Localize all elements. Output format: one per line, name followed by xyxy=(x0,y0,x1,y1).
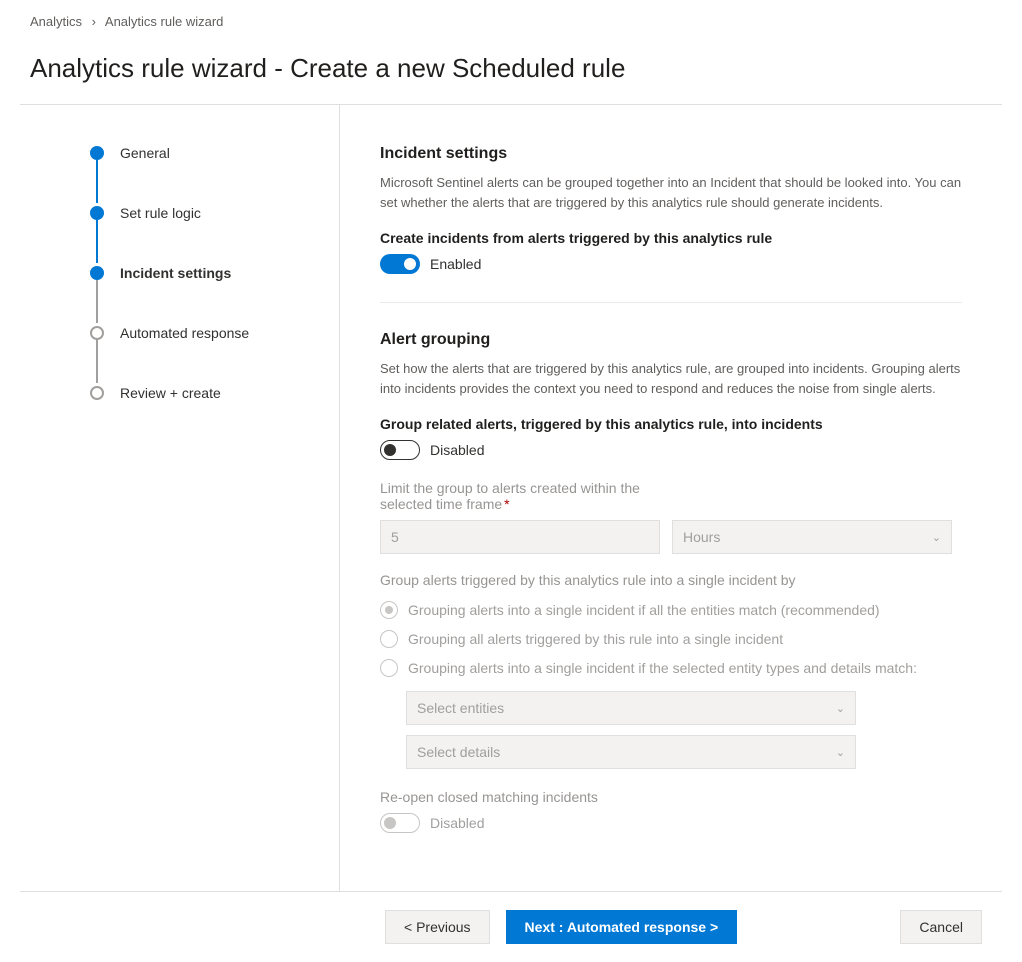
step-general[interactable]: General xyxy=(90,145,339,161)
step-dot-icon xyxy=(90,146,104,160)
limit-timeframe-label: Limit the group to alerts created within… xyxy=(380,480,962,512)
step-dot-icon xyxy=(90,326,104,340)
limit-value-input[interactable]: 5 xyxy=(380,520,660,554)
step-dot-icon xyxy=(90,206,104,220)
chevron-down-icon: ⌄ xyxy=(932,531,941,544)
radio-label: Grouping alerts into a single incident i… xyxy=(408,658,917,679)
group-related-alerts-toggle[interactable]: Disabled xyxy=(380,440,962,460)
step-label: Incident settings xyxy=(120,265,231,281)
toggle-thumb xyxy=(404,258,416,270)
toggle-track xyxy=(380,440,420,460)
wizard-footer: < Previous Next : Automated response > C… xyxy=(0,892,1022,962)
group-method-label: Group alerts triggered by this analytics… xyxy=(380,572,962,588)
toggle-track xyxy=(380,813,420,833)
chevron-down-icon: ⌄ xyxy=(836,702,845,715)
create-incidents-label: Create incidents from alerts triggered b… xyxy=(380,230,962,246)
breadcrumb-current: Analytics rule wizard xyxy=(105,14,224,29)
limit-timeframe-row: 5 Hours ⌄ xyxy=(380,520,962,554)
toggle-thumb xyxy=(384,444,396,456)
breadcrumb-root[interactable]: Analytics xyxy=(30,14,82,29)
alert-grouping-section: Alert grouping Set how the alerts that a… xyxy=(380,331,962,833)
radio-icon xyxy=(380,659,398,677)
limit-unit-select[interactable]: Hours ⌄ xyxy=(672,520,952,554)
radio-label: Grouping all alerts triggered by this ru… xyxy=(408,629,783,650)
radio-all-alerts[interactable]: Grouping all alerts triggered by this ru… xyxy=(380,629,962,650)
step-review-create[interactable]: Review + create xyxy=(90,385,339,401)
page-title: Analytics rule wizard - Create a new Sch… xyxy=(0,35,1022,104)
step-label: Set rule logic xyxy=(120,205,201,221)
step-automated-response[interactable]: Automated response xyxy=(90,325,339,341)
toggle-thumb xyxy=(384,817,396,829)
toggle-state-label: Enabled xyxy=(430,256,481,272)
reopen-toggle[interactable]: Disabled xyxy=(380,813,962,833)
chevron-down-icon: ⌄ xyxy=(836,746,845,759)
reopen-label: Re-open closed matching incidents xyxy=(380,789,962,805)
section-title: Alert grouping xyxy=(380,331,962,349)
toggle-state-label: Disabled xyxy=(430,442,484,458)
select-entities[interactable]: Select entities ⌄ xyxy=(406,691,856,725)
radio-selected-types[interactable]: Grouping alerts into a single incident i… xyxy=(380,658,962,679)
step-label: Review + create xyxy=(120,385,221,401)
wizard-steps: General Set rule logic Incident settings… xyxy=(20,105,340,891)
radio-icon xyxy=(380,601,398,619)
chevron-right-icon: › xyxy=(92,14,96,29)
step-dot-icon xyxy=(90,266,104,280)
step-set-rule-logic[interactable]: Set rule logic xyxy=(90,205,339,221)
cancel-button[interactable]: Cancel xyxy=(900,910,982,944)
step-label: General xyxy=(120,145,170,161)
toggle-track xyxy=(380,254,420,274)
section-description: Set how the alerts that are triggered by… xyxy=(380,359,962,398)
toggle-state-label: Disabled xyxy=(430,815,484,831)
incident-settings-section: Incident settings Microsoft Sentinel ale… xyxy=(380,145,962,274)
radio-label: Grouping alerts into a single incident i… xyxy=(408,600,880,621)
step-label: Automated response xyxy=(120,325,249,341)
radio-icon xyxy=(380,630,398,648)
create-incidents-toggle[interactable]: Enabled xyxy=(380,254,962,274)
step-incident-settings[interactable]: Incident settings xyxy=(90,265,339,281)
section-description: Microsoft Sentinel alerts can be grouped… xyxy=(380,173,962,212)
divider xyxy=(380,302,962,303)
radio-entities-match[interactable]: Grouping alerts into a single incident i… xyxy=(380,600,962,621)
group-related-alerts-label: Group related alerts, triggered by this … xyxy=(380,416,962,432)
previous-button[interactable]: < Previous xyxy=(385,910,490,944)
next-button[interactable]: Next : Automated response > xyxy=(506,910,738,944)
section-title: Incident settings xyxy=(380,145,962,163)
select-details[interactable]: Select details ⌄ xyxy=(406,735,856,769)
step-dot-icon xyxy=(90,386,104,400)
wizard-container: General Set rule logic Incident settings… xyxy=(20,104,1002,892)
breadcrumb: Analytics › Analytics rule wizard xyxy=(0,0,1022,35)
wizard-content: Incident settings Microsoft Sentinel ale… xyxy=(340,105,1002,891)
